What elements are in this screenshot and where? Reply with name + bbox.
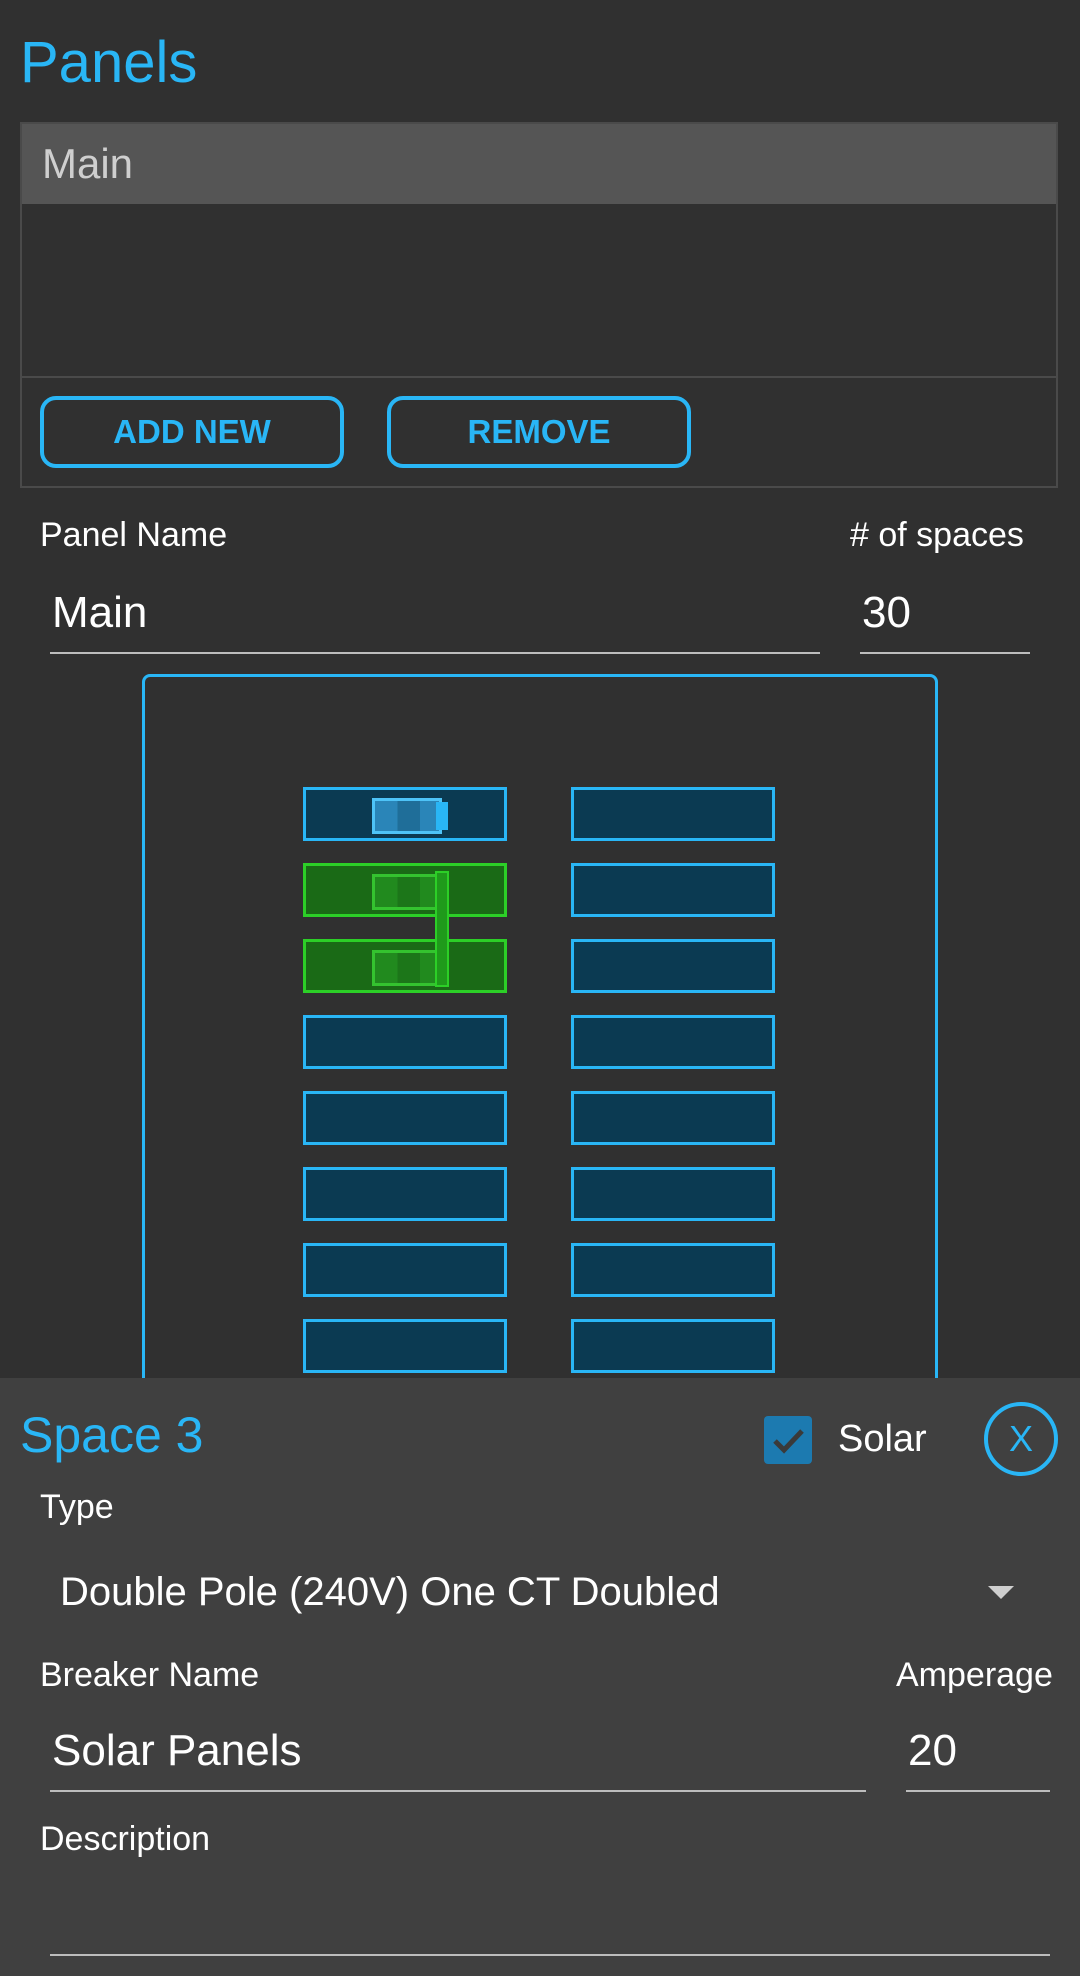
breaker-slot-right-4[interactable] [571,1015,775,1069]
panels-screen: Panels Main ADD NEW REMOVE Panel Name # … [0,0,1080,1976]
breaker-handle-tab [436,802,448,830]
breaker-slot-left-3[interactable] [303,939,507,993]
breaker-slot-right-1[interactable] [571,787,775,841]
breaker-slot-right-3[interactable] [571,939,775,993]
breaker-slot-left-6[interactable] [303,1167,507,1221]
description-field[interactable] [50,1890,1050,1956]
space-detail-sheet: Space 3 Solar X Type Double Pole (240V) … [0,1378,1080,1976]
type-label: Type [40,1488,114,1526]
amperage-label: Amperage [896,1656,1053,1694]
add-new-button[interactable]: ADD NEW [40,396,344,468]
amperage-field[interactable]: 20 [906,1726,1050,1792]
check-icon [773,1429,804,1454]
spaces-field[interactable]: 30 [860,588,1030,654]
panel-list-item[interactable]: Main [22,124,1056,204]
breaker-slot-left-2[interactable] [303,863,507,917]
panel-name-label: Panel Name [40,516,228,554]
chevron-down-icon [988,1586,1014,1599]
breaker-slot-left-7[interactable] [303,1243,507,1297]
breaker-slot-right-2[interactable] [571,863,775,917]
page-title: Panels [20,30,198,95]
breaker-handle [372,874,442,910]
breaker-slot-left-4[interactable] [303,1015,507,1069]
solar-label: Solar [838,1418,927,1460]
breaker-handle [372,798,442,834]
breaker-name-label: Breaker Name [40,1656,260,1694]
breaker-slot-left-8[interactable] [303,1319,507,1373]
breaker-slot-right-6[interactable] [571,1167,775,1221]
description-label: Description [40,1820,211,1858]
panel-list: Main ADD NEW REMOVE [20,122,1058,488]
type-select[interactable]: Double Pole (240V) One CT Doubled [60,1562,1020,1622]
breaker-slot-right-5[interactable] [571,1091,775,1145]
breaker-slot-right-8[interactable] [571,1319,775,1373]
breaker-handle [372,950,442,986]
spaces-label: # of spaces [850,516,1024,554]
solar-checkbox[interactable] [764,1416,812,1464]
breaker-panel [142,674,938,1394]
breaker-slot-right-7[interactable] [571,1243,775,1297]
space-title: Space 3 [20,1407,204,1463]
breaker-slot-left-1[interactable] [303,787,507,841]
breaker-slot-left-5[interactable] [303,1091,507,1145]
panel-name-field[interactable]: Main [50,588,820,654]
double-pole-tie-bar [435,871,449,987]
remove-button[interactable]: REMOVE [387,396,691,468]
type-select-value: Double Pole (240V) One CT Doubled [60,1569,720,1614]
breaker-name-field[interactable]: Solar Panels [50,1726,866,1792]
close-button[interactable]: X [984,1402,1058,1476]
list-divider [22,376,1056,378]
